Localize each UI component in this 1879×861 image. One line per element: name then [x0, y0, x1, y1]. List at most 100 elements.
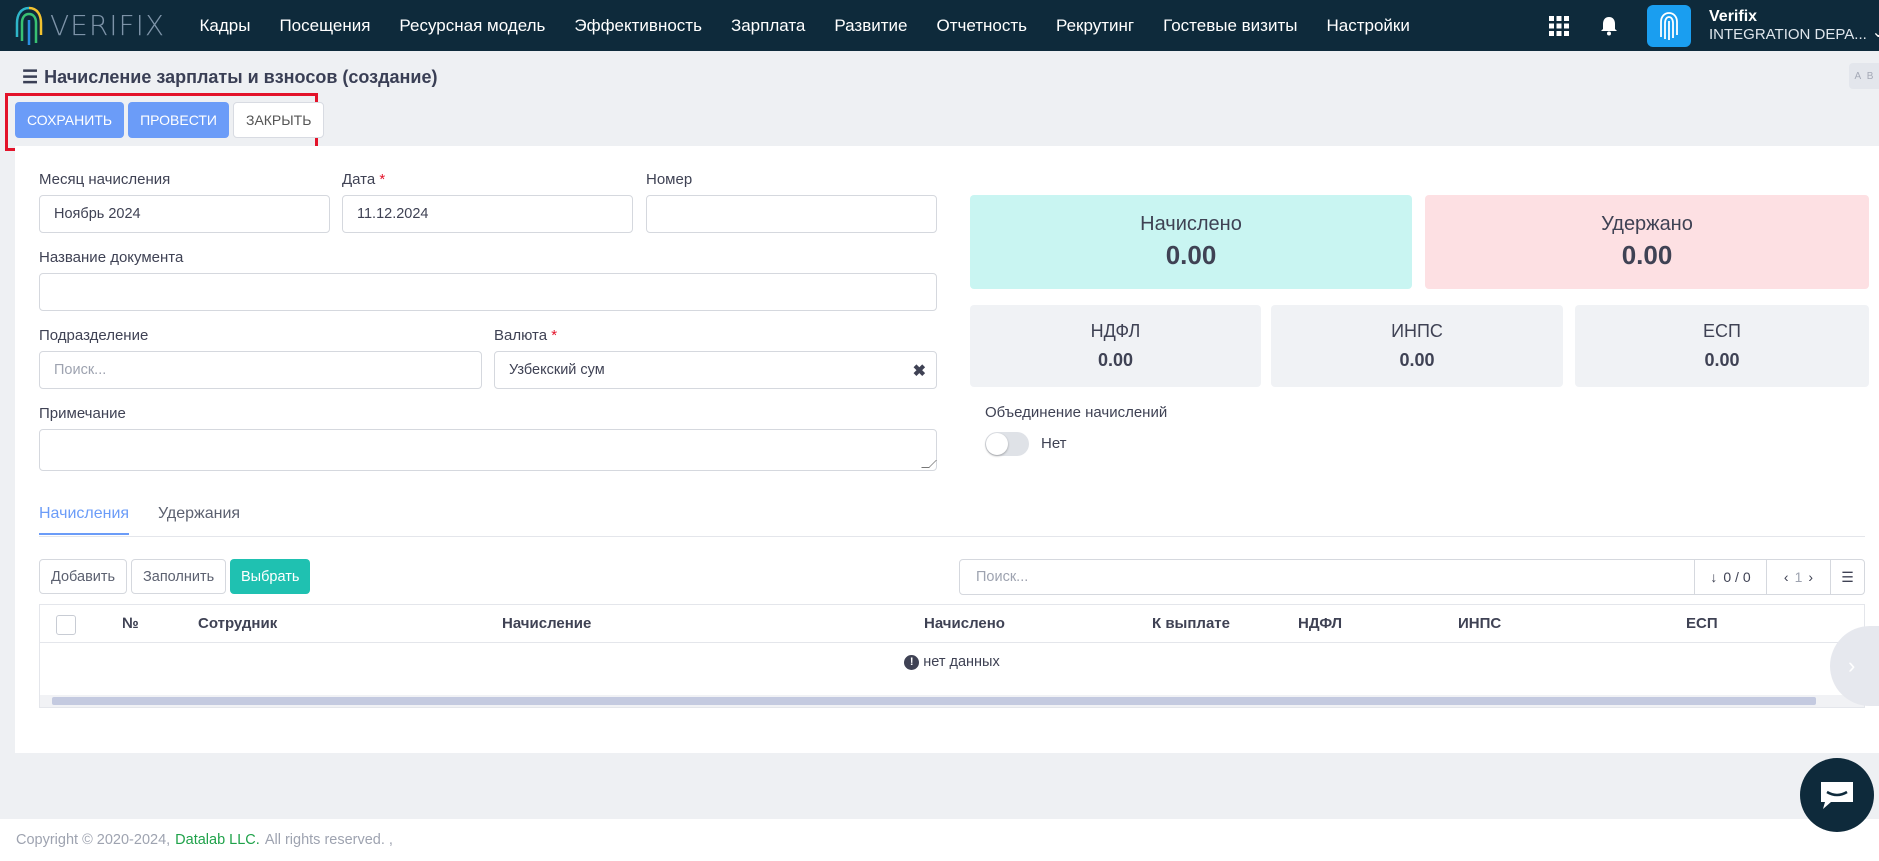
esp-summary: ЕСП 0.00: [1575, 305, 1869, 387]
number-label: Номер: [646, 171, 693, 188]
grid-menu-icon[interactable]: ☰: [1830, 560, 1864, 594]
user-name: Verifix: [1709, 7, 1758, 25]
avatar[interactable]: [1647, 4, 1691, 47]
grid-search-input[interactable]: Поиск...: [960, 569, 1694, 585]
column-header-accrual[interactable]: Начисление: [502, 615, 591, 632]
arrow-down-icon: ↓: [1710, 569, 1718, 585]
chevron-right-icon[interactable]: ›: [1808, 569, 1813, 585]
table-header: № Сотрудник Начисление Начислено К выпла…: [40, 605, 1864, 643]
topbar-right: Verifix INTEGRATION DEPA... ⌄: [1547, 0, 1879, 51]
nav-item-development[interactable]: Развитие: [820, 16, 922, 36]
fingerprint-logo-icon: [15, 6, 43, 45]
chevron-down-icon: ⌄: [1871, 23, 1879, 41]
inps-summary: ИНПС 0.00: [1271, 305, 1563, 387]
user-department: INTEGRATION DEPA...: [1709, 25, 1867, 43]
save-button[interactable]: СОХРАНИТЬ: [15, 102, 125, 138]
esp-value: 0.00: [1704, 350, 1740, 370]
nav-item-guest-visits[interactable]: Гостевые визиты: [1149, 16, 1312, 36]
column-header-employee[interactable]: Сотрудник: [198, 615, 277, 632]
inps-label: ИНПС: [1391, 321, 1443, 341]
copyright-text: Copyright © 2020-2024,: [16, 832, 171, 848]
tab-deductions[interactable]: Удержания: [158, 505, 240, 533]
column-header-number[interactable]: №: [122, 615, 139, 632]
number-field[interactable]: [646, 195, 937, 233]
clear-icon[interactable]: ✖: [913, 361, 926, 381]
required-marker: *: [551, 327, 558, 344]
user-menu[interactable]: Verifix INTEGRATION DEPA... ⌄: [1709, 8, 1879, 44]
column-header-accrued[interactable]: Начислено: [924, 615, 1005, 632]
grid-search-bar: Поиск... ↓ 0 / 0 ‹ 1 › ☰: [959, 559, 1865, 595]
month-field[interactable]: Ноябрь 2024: [39, 195, 330, 233]
tab-accruals[interactable]: Начисления: [39, 505, 130, 535]
bell-icon[interactable]: [1597, 14, 1621, 38]
nav-item-attendance[interactable]: Посещения: [265, 16, 385, 36]
tab-bar: Начисления Удержания: [39, 499, 1865, 537]
select-all-checkbox[interactable]: [56, 615, 76, 635]
main-nav: Кадры Посещения Ресурсная модель Эффекти…: [185, 16, 1424, 36]
sort-control[interactable]: ↓ 0 / 0: [1694, 560, 1766, 594]
empty-state: ! нет данных: [40, 654, 1864, 670]
currency-value: Узбекский сум: [509, 362, 605, 378]
nav-item-settings[interactable]: Настройки: [1312, 16, 1424, 36]
date-label: Дата *: [342, 171, 385, 188]
inps-value: 0.00: [1399, 350, 1435, 370]
note-label: Примечание: [39, 405, 126, 422]
column-header-ndfl[interactable]: НДФЛ: [1298, 615, 1342, 632]
accruals-table: № Сотрудник Начисление Начислено К выпла…: [39, 604, 1865, 708]
record-count: 0 / 0: [1723, 569, 1751, 585]
add-button[interactable]: Добавить: [39, 559, 128, 594]
toggle-knob: [986, 433, 1008, 455]
fingerprint-icon: [1660, 11, 1678, 40]
action-buttons: СОХРАНИТЬ ПРОВЕСТИ ЗАКРЫТЬ: [15, 102, 328, 138]
resize-handle-icon[interactable]: [921, 460, 937, 468]
fill-button[interactable]: Заполнить: [131, 559, 227, 594]
nav-item-resource-model[interactable]: Ресурсная модель: [385, 16, 560, 36]
required-marker: *: [379, 171, 386, 188]
column-header-esp[interactable]: ЕСП: [1686, 615, 1718, 632]
merge-accruals-state: Нет: [1041, 435, 1067, 452]
document-name-field[interactable]: [39, 273, 937, 311]
pagination: ‹ 1 ›: [1766, 560, 1830, 594]
note-textarea[interactable]: [39, 429, 937, 471]
withheld-label: Удержано: [1601, 213, 1693, 235]
currency-label: Валюта *: [494, 327, 557, 344]
logo-text: VERIFIX: [50, 9, 166, 42]
merge-accruals-label: Объединение начислений: [985, 404, 1168, 421]
apps-grid-icon[interactable]: [1547, 14, 1571, 38]
horizontal-scrollbar[interactable]: [40, 695, 1864, 707]
accrued-value: 0.00: [1165, 240, 1217, 270]
column-header-to-pay[interactable]: К выплате: [1152, 615, 1230, 632]
footer: Copyright © 2020-2024, Datalab LLC. All …: [0, 819, 1879, 861]
scrollbar-thumb[interactable]: [52, 697, 1816, 705]
nav-item-efficiency[interactable]: Эффективность: [560, 16, 717, 36]
page-number: 1: [1794, 569, 1803, 585]
nav-item-kadry[interactable]: Кадры: [185, 16, 265, 36]
withheld-value: 0.00: [1621, 240, 1673, 270]
merge-accruals-toggle[interactable]: [985, 432, 1029, 456]
ndfl-summary: НДФЛ 0.00: [970, 305, 1261, 387]
company-link[interactable]: Datalab LLC.: [175, 832, 260, 848]
rights-text: All rights reserved. ,: [264, 832, 393, 848]
language-toggle-button[interactable]: A B: [1849, 63, 1879, 89]
date-field[interactable]: 11.12.2024: [342, 195, 633, 233]
logo[interactable]: VERIFIX: [14, 5, 174, 47]
date-label-text: Дата: [342, 171, 376, 188]
esp-label: ЕСП: [1703, 321, 1741, 341]
accrued-summary: Начислено 0.00: [970, 195, 1412, 289]
division-field[interactable]: Поиск...: [39, 351, 482, 389]
document-card: Месяц начисления Ноябрь 2024 Дата * 11.1…: [15, 146, 1879, 753]
chat-widget-button[interactable]: [1800, 758, 1874, 832]
select-button[interactable]: Выбрать: [230, 559, 311, 594]
nav-item-reports[interactable]: Отчетность: [922, 16, 1042, 36]
chevron-left-icon[interactable]: ‹: [1784, 569, 1789, 585]
post-button[interactable]: ПРОВЕСТИ: [128, 102, 229, 138]
page-title-text: Начисление зарплаты и взносов (создание): [44, 67, 438, 87]
info-icon: !: [904, 654, 920, 670]
close-button[interactable]: ЗАКРЫТЬ: [232, 102, 325, 138]
column-header-inps[interactable]: ИНПС: [1458, 615, 1501, 632]
hamburger-menu-icon[interactable]: ☰: [22, 67, 38, 88]
nav-item-salary[interactable]: Зарплата: [716, 16, 819, 36]
nav-item-recruiting[interactable]: Рекрутинг: [1042, 16, 1149, 36]
currency-select[interactable]: Узбекский сум ✖: [494, 351, 937, 389]
ndfl-value: 0.00: [1097, 350, 1134, 370]
